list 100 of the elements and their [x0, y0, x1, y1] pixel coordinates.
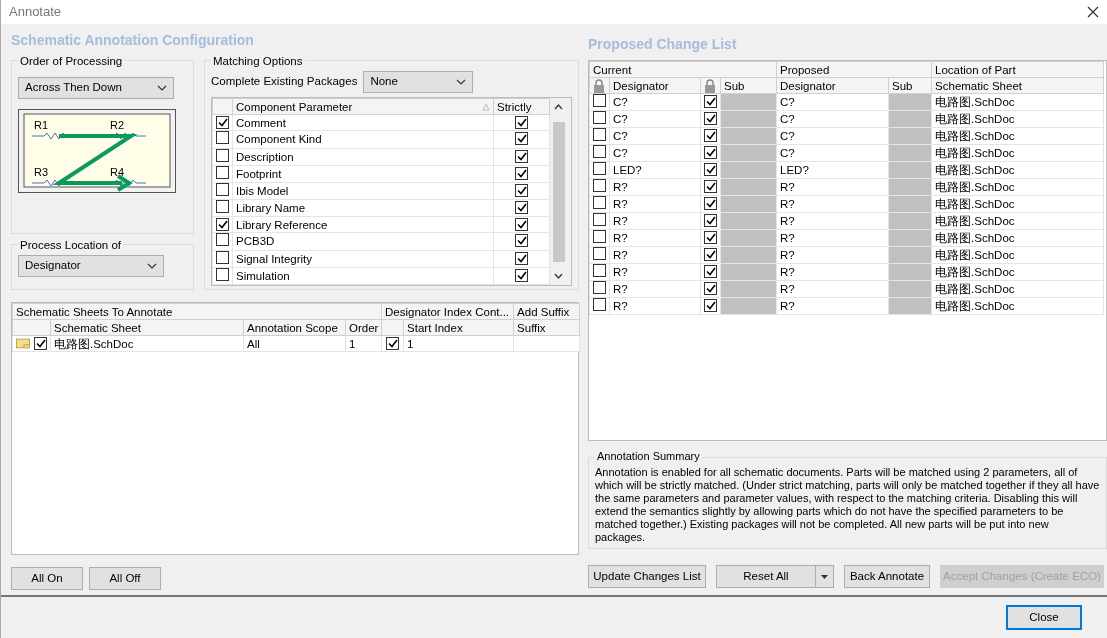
checkbox[interactable]	[593, 162, 606, 175]
column-header: Component Parameter	[236, 99, 353, 114]
sheet-icon	[16, 338, 30, 349]
checkbox[interactable]	[515, 251, 528, 265]
location-dropdown[interactable]: Designator	[18, 255, 164, 277]
table-cell: R?	[776, 195, 889, 213]
table-cell: Simulation	[232, 267, 494, 285]
checkbox[interactable]	[704, 214, 717, 227]
action-button[interactable]: Back Annotate	[844, 565, 930, 588]
table-cell: 电路图.SchDoc	[931, 93, 1104, 111]
checkbox[interactable]	[704, 129, 717, 142]
checkbox[interactable]	[216, 131, 229, 145]
table-cell: 1	[345, 335, 382, 352]
checkbox[interactable]	[704, 95, 717, 108]
checkbox[interactable]	[704, 163, 717, 176]
group-header: Schematic Sheets To Annotate	[12, 303, 382, 320]
table-cell: 电路图.SchDoc	[931, 195, 1104, 213]
checkbox[interactable]	[593, 213, 606, 226]
table-cell: R?	[609, 212, 701, 230]
checkbox[interactable]	[704, 146, 717, 159]
checkbox[interactable]	[593, 196, 606, 209]
checkbox[interactable]	[34, 337, 47, 350]
table-cell: R?	[776, 280, 889, 298]
checkbox[interactable]	[593, 145, 606, 158]
table-cell: R?	[609, 280, 701, 298]
checkbox[interactable]	[515, 166, 528, 180]
checkbox[interactable]	[593, 179, 606, 192]
checkbox[interactable]	[515, 183, 528, 197]
checkbox[interactable]	[386, 336, 400, 350]
checkbox[interactable]	[593, 128, 606, 141]
table-cell: R?	[776, 246, 889, 264]
checkbox[interactable]	[515, 132, 528, 146]
table-cell: R?	[609, 178, 701, 196]
table-cell: C?	[776, 144, 889, 162]
table-cell: 电路图.SchDoc	[931, 127, 1104, 145]
checkbox[interactable]	[593, 264, 606, 277]
order-dropdown[interactable]: Across Then Down	[18, 77, 174, 99]
table-cell: Footprint	[232, 165, 494, 183]
chevron-down-icon	[157, 85, 167, 91]
checkbox[interactable]	[216, 217, 229, 231]
group-header: Designator Index Cont...	[381, 303, 514, 320]
toggle-button[interactable]: All Off	[89, 567, 161, 590]
split-button[interactable]: Reset All	[716, 565, 834, 588]
checkbox[interactable]	[515, 217, 528, 231]
checkbox[interactable]	[704, 282, 717, 295]
table-cell: 电路图.SchDoc	[931, 178, 1104, 196]
checkbox[interactable]	[216, 200, 229, 214]
checkbox[interactable]	[216, 183, 229, 196]
scroll-thumb[interactable]	[552, 121, 565, 262]
table-cell: C?	[776, 93, 889, 111]
sort-icon	[482, 102, 490, 111]
checkbox[interactable]	[704, 265, 717, 278]
panel-title: Proposed Change List	[588, 35, 738, 54]
table-cell: 电路图.SchDoc	[931, 212, 1104, 230]
checkbox[interactable]	[515, 115, 528, 129]
table-cell: C?	[776, 110, 889, 128]
toggle-button[interactable]: All On	[11, 567, 83, 590]
checkbox[interactable]	[515, 149, 528, 163]
checkbox[interactable]	[216, 251, 229, 264]
checkbox[interactable]	[593, 247, 606, 260]
checkbox[interactable]	[216, 233, 229, 247]
table-cell: Ibis Model	[232, 182, 494, 200]
group-header: Proposed	[776, 61, 932, 78]
table-cell: R?	[776, 263, 889, 281]
checkbox[interactable]	[704, 112, 717, 125]
table-cell: R?	[776, 229, 889, 247]
group-header: Current	[589, 61, 777, 78]
resistor-label: R3	[34, 166, 49, 178]
table-cell: Comment	[232, 114, 494, 131]
checkbox[interactable]	[704, 248, 717, 261]
checkbox[interactable]	[216, 166, 229, 179]
checkbox[interactable]	[593, 94, 606, 107]
table-cell: C?	[609, 93, 701, 111]
table-cell: 电路图.SchDoc	[50, 335, 244, 352]
checkbox[interactable]	[216, 115, 229, 129]
checkbox[interactable]	[216, 149, 229, 162]
table-cell: R?	[609, 297, 701, 315]
checkbox[interactable]	[704, 299, 717, 312]
table-cell: 电路图.SchDoc	[931, 297, 1104, 315]
checkbox[interactable]	[515, 201, 528, 215]
group-header: Add Suffix	[513, 303, 580, 320]
checkbox[interactable]	[593, 298, 606, 311]
checkbox[interactable]	[515, 234, 528, 248]
checkbox[interactable]	[593, 111, 606, 124]
checkbox[interactable]	[593, 281, 606, 294]
checkbox[interactable]	[216, 268, 229, 281]
checkbox[interactable]	[704, 197, 717, 210]
checkbox[interactable]	[593, 230, 606, 243]
packages-dropdown[interactable]: None	[363, 71, 474, 93]
checkbox[interactable]	[704, 180, 717, 193]
table-cell: PCB3D	[232, 232, 494, 251]
checkbox[interactable]	[704, 231, 717, 244]
action-button[interactable]: Update Changes List	[588, 565, 706, 588]
table-cell: 电路图.SchDoc	[931, 263, 1104, 281]
table-cell: C?	[609, 144, 701, 162]
group-header: Location of Part	[931, 61, 1104, 78]
table-cell: R?	[776, 178, 889, 196]
close-button[interactable]: Close	[1006, 605, 1082, 630]
checkbox[interactable]	[515, 268, 528, 282]
table-cell: 1	[403, 335, 514, 352]
